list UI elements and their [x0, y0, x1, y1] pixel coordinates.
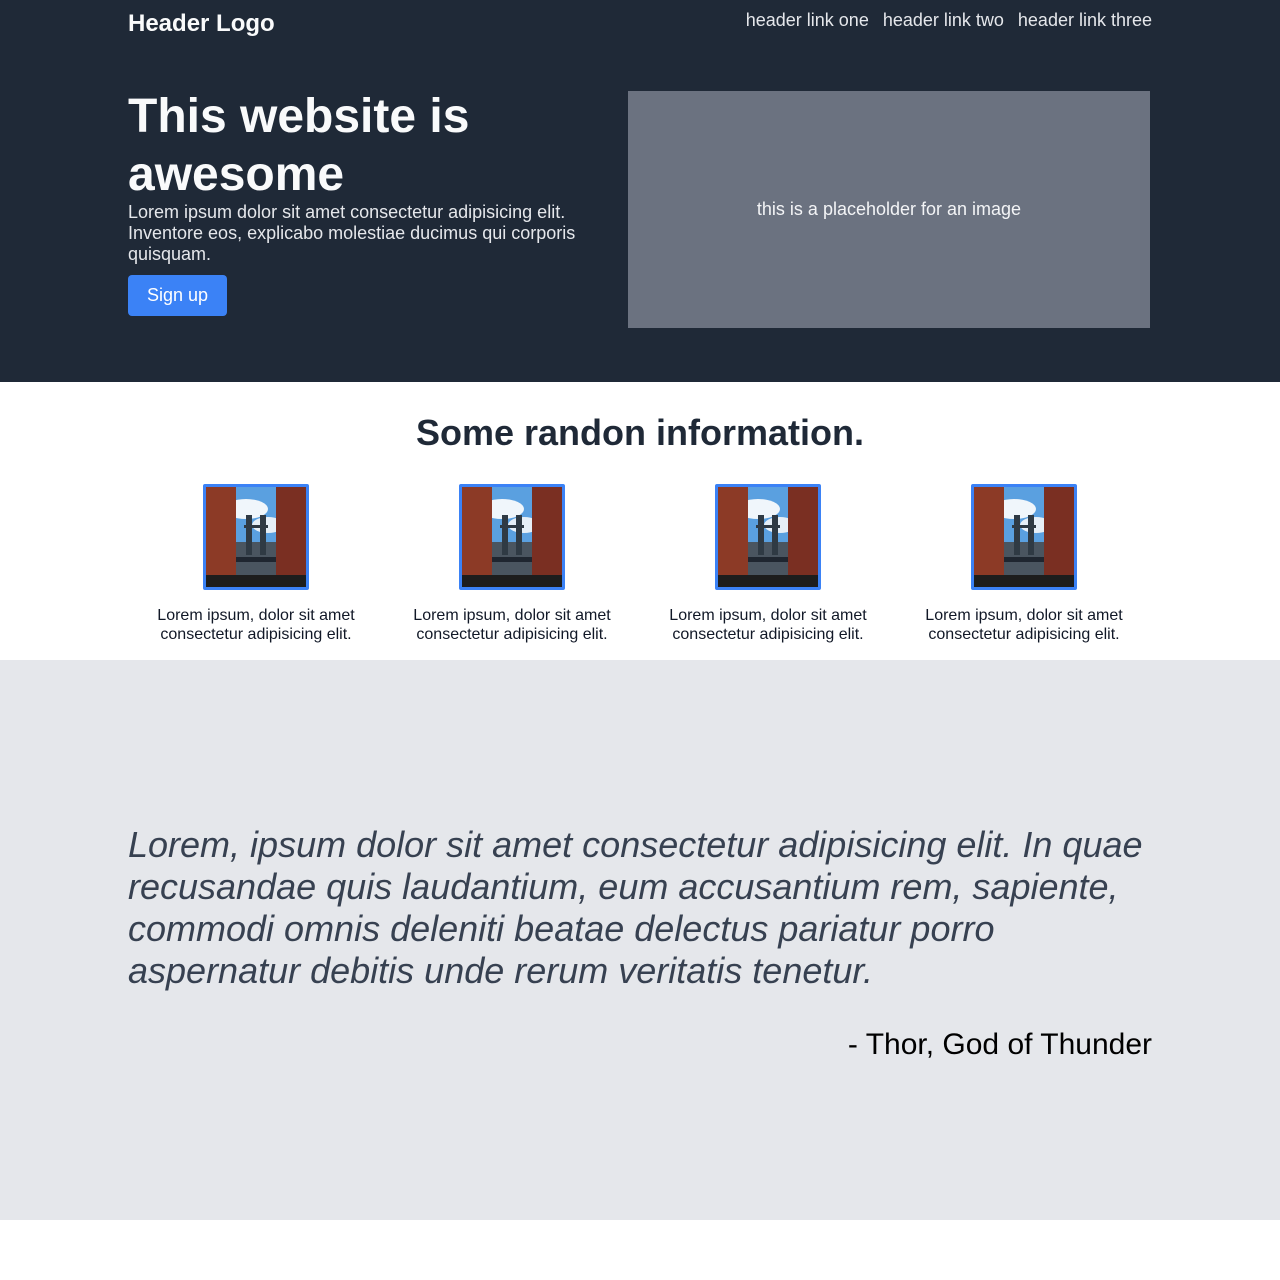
header-link-three[interactable]: header link three [1018, 10, 1152, 31]
image-placeholder-label: this is a placeholder for an image [756, 199, 1022, 219]
hero-section: Header Logo header link one header link … [0, 0, 1280, 382]
sign-up-button[interactable]: Sign up [128, 275, 227, 316]
quote-text: Lorem, ipsum dolor sit amet consectetur … [128, 824, 1143, 991]
info-cards: Lorem ipsum, dolor sit amet consectetur … [128, 484, 1152, 644]
card-text: Lorem ipsum, dolor sit amet consectetur … [157, 607, 355, 643]
card-text: Lorem ipsum, dolor sit amet consectetur … [925, 607, 1123, 643]
info-title: Some randon information. [415, 412, 864, 453]
hero-text: Lorem ipsum dolor sit amet consectetur a… [128, 202, 576, 264]
header-link-one[interactable]: header link one [746, 10, 869, 31]
hero-title: This website is awesome [128, 90, 470, 201]
card-image [203, 484, 309, 590]
info-section: Some randon information. Lorem ipsum, do… [0, 382, 1280, 660]
card-text: Lorem ipsum, dolor sit amet consectetur … [669, 607, 867, 643]
header-logo[interactable]: Header Logo [128, 10, 275, 38]
card-image [459, 484, 565, 590]
card-image [715, 484, 821, 590]
header-link-two[interactable]: header link two [883, 10, 1004, 31]
info-card: Lorem ipsum, dolor sit amet consectetur … [384, 484, 640, 644]
info-card: Lorem ipsum, dolor sit amet consectetur … [128, 484, 384, 644]
info-card: Lorem ipsum, dolor sit amet consectetur … [896, 484, 1152, 644]
quote-author: - Thor, God of Thunder [847, 1028, 1152, 1061]
card-text: Lorem ipsum, dolor sit amet consectetur … [413, 607, 611, 643]
quote-section: Lorem, ipsum dolor sit amet consectetur … [0, 660, 1280, 1220]
header-nav: header link one header link two header l… [746, 10, 1152, 31]
hero-image-placeholder: this is a placeholder for an image [628, 91, 1150, 328]
info-card: Lorem ipsum, dolor sit amet consectetur … [640, 484, 896, 644]
card-image [971, 484, 1077, 590]
